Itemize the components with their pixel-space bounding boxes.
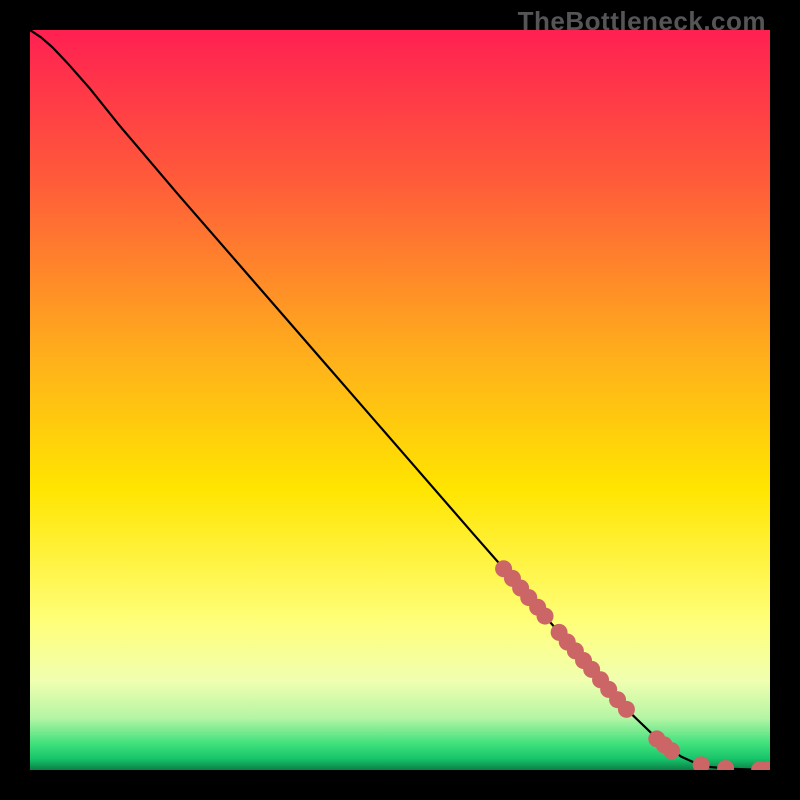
chart-frame: TheBottleneck.com: [0, 0, 800, 800]
plot-area: [30, 30, 770, 770]
data-marker: [537, 608, 554, 625]
data-marker: [663, 742, 680, 759]
chart-svg: [30, 30, 770, 770]
data-marker: [618, 701, 635, 718]
gradient-background: [30, 30, 770, 770]
